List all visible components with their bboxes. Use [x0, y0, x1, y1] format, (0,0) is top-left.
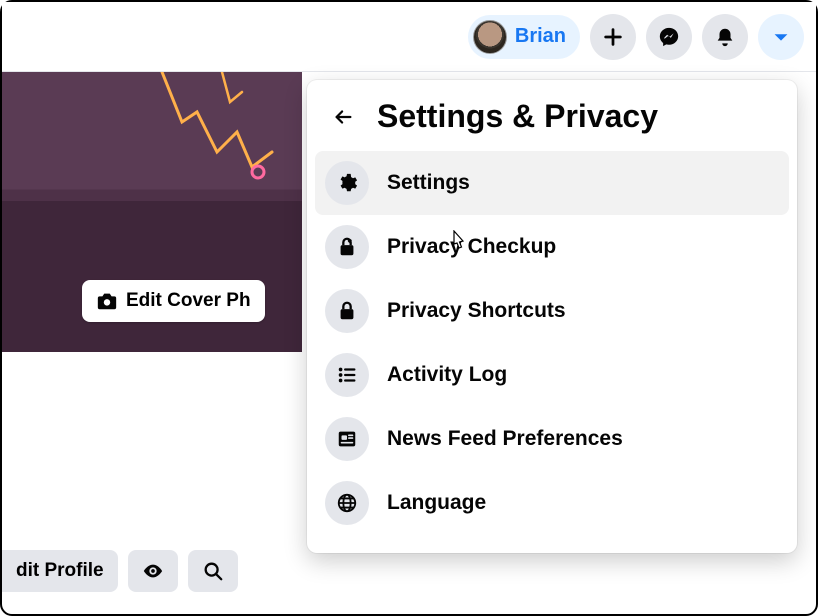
view-as-button[interactable]	[128, 550, 178, 592]
caret-down-icon	[770, 26, 792, 48]
menu-item-label: Privacy Checkup	[387, 235, 556, 259]
cover-image-lightning	[142, 72, 302, 212]
menu-item-language[interactable]: Language	[315, 471, 789, 535]
lock-icon	[325, 289, 369, 333]
cover-photo: Edit Cover Ph	[2, 72, 302, 352]
eye-icon	[142, 560, 164, 582]
menu-item-label: News Feed Preferences	[387, 427, 623, 451]
create-button[interactable]	[590, 14, 636, 60]
menu-item-label: Activity Log	[387, 363, 507, 387]
menu-item-label: Settings	[387, 171, 470, 195]
menu-item-news-feed-preferences[interactable]: News Feed Preferences	[315, 407, 789, 471]
messenger-button[interactable]	[646, 14, 692, 60]
profile-button[interactable]: Brian	[468, 15, 580, 59]
camera-icon	[96, 290, 118, 312]
back-arrow-icon	[332, 106, 354, 128]
menu-header: Settings & Privacy	[315, 92, 789, 151]
profile-name: Brian	[515, 25, 566, 48]
globe-icon	[325, 481, 369, 525]
search-profile-button[interactable]	[188, 550, 238, 592]
notifications-button[interactable]	[702, 14, 748, 60]
edit-profile-label: dit Profile	[16, 560, 104, 582]
heart-lock-icon	[325, 225, 369, 269]
settings-privacy-menu: Settings & Privacy Settings Privacy Chec…	[307, 80, 797, 553]
menu-item-activity-log[interactable]: Activity Log	[315, 343, 789, 407]
bell-icon	[714, 26, 736, 48]
edit-cover-label: Edit Cover Ph	[126, 290, 251, 312]
profile-actions: dit Profile	[2, 550, 238, 592]
edit-cover-photo-button[interactable]: Edit Cover Ph	[82, 280, 265, 322]
menu-item-privacy-checkup[interactable]: Privacy Checkup	[315, 215, 789, 279]
menu-title: Settings & Privacy	[377, 98, 658, 135]
topbar: Brian	[2, 2, 816, 72]
list-icon	[325, 353, 369, 397]
gear-icon	[325, 161, 369, 205]
menu-item-label: Privacy Shortcuts	[387, 299, 566, 323]
search-icon	[202, 560, 224, 582]
edit-profile-button[interactable]: dit Profile	[2, 550, 118, 592]
messenger-icon	[658, 26, 680, 48]
back-button[interactable]	[325, 99, 361, 135]
avatar	[473, 20, 507, 54]
menu-item-privacy-shortcuts[interactable]: Privacy Shortcuts	[315, 279, 789, 343]
menu-item-label: Language	[387, 491, 486, 515]
menu-item-settings[interactable]: Settings	[315, 151, 789, 215]
plus-icon	[602, 26, 624, 48]
account-menu-button[interactable]	[758, 14, 804, 60]
news-icon	[325, 417, 369, 461]
